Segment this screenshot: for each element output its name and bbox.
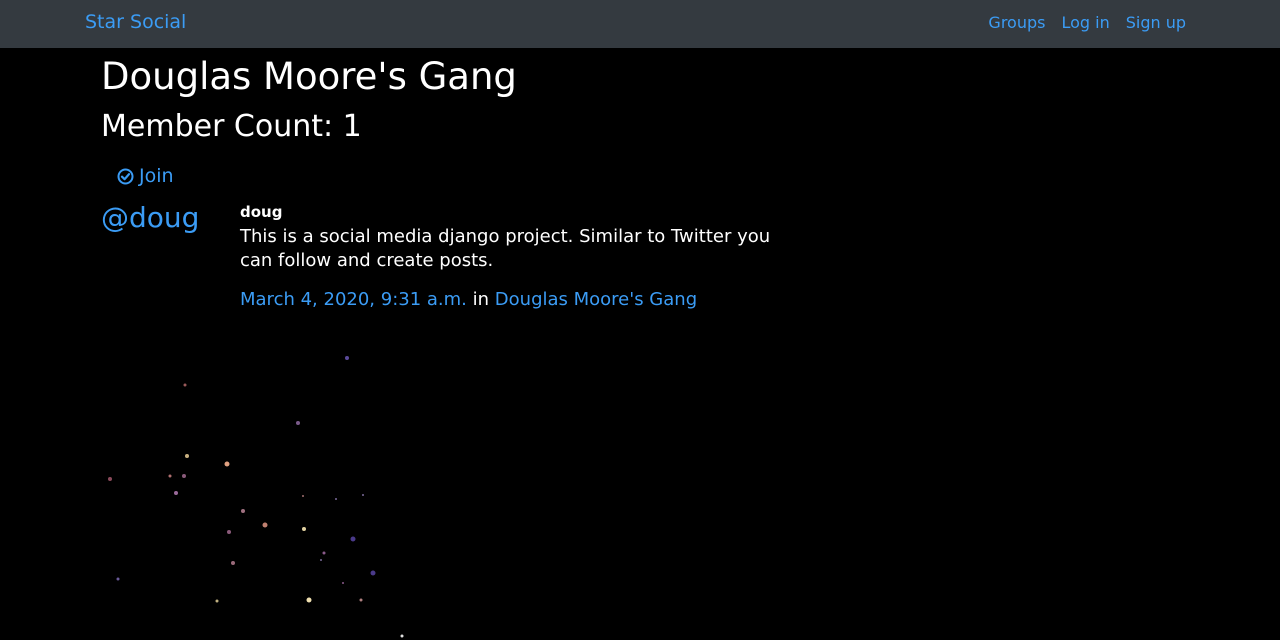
star bbox=[262, 522, 268, 528]
star bbox=[342, 582, 344, 584]
nav-login-link[interactable]: Log in bbox=[1061, 13, 1109, 32]
nav-links: Groups Log in Sign up bbox=[988, 13, 1186, 32]
post-user-handle[interactable]: @doug bbox=[101, 201, 199, 234]
star bbox=[400, 634, 404, 638]
join-label: Join bbox=[139, 165, 174, 187]
star bbox=[108, 477, 112, 481]
navbar: Star Social Groups Log in Sign up bbox=[0, 0, 1280, 48]
star bbox=[335, 498, 337, 500]
check-circle-icon bbox=[117, 168, 134, 185]
brand-link[interactable]: Star Social bbox=[85, 11, 186, 33]
star bbox=[359, 598, 363, 602]
post-meta: March 4, 2020, 9:31 a.m. in Douglas Moor… bbox=[240, 289, 820, 310]
nav-signup-link[interactable]: Sign up bbox=[1126, 13, 1186, 32]
post: doug This is a social media django proje… bbox=[240, 203, 820, 310]
post-timestamp-link[interactable]: March 4, 2020, 9:31 a.m. bbox=[240, 289, 467, 310]
star bbox=[224, 461, 230, 467]
star bbox=[116, 577, 120, 581]
star bbox=[320, 559, 322, 561]
star bbox=[302, 527, 306, 531]
star bbox=[185, 454, 189, 458]
star bbox=[183, 383, 187, 387]
star bbox=[370, 570, 376, 576]
star bbox=[182, 474, 186, 478]
nav-groups-link[interactable]: Groups bbox=[988, 13, 1045, 32]
star bbox=[302, 495, 304, 497]
star bbox=[322, 551, 326, 555]
post-username: doug bbox=[240, 203, 283, 221]
post-group-link[interactable]: Douglas Moore's Gang bbox=[495, 289, 697, 310]
post-in-label: in bbox=[472, 289, 490, 310]
star bbox=[241, 509, 245, 513]
group-title: Douglas Moore's Gang bbox=[101, 55, 517, 98]
star bbox=[174, 491, 178, 495]
star bbox=[231, 561, 235, 565]
member-count: Member Count: 1 bbox=[101, 109, 362, 144]
star bbox=[296, 421, 300, 425]
star bbox=[215, 599, 219, 603]
star bbox=[306, 597, 312, 603]
star bbox=[362, 494, 364, 496]
star bbox=[345, 356, 349, 360]
star bbox=[350, 536, 356, 542]
post-text: This is a social media django project. S… bbox=[240, 226, 771, 271]
star bbox=[168, 474, 172, 478]
join-button[interactable]: Join bbox=[117, 165, 174, 187]
star bbox=[227, 530, 231, 534]
